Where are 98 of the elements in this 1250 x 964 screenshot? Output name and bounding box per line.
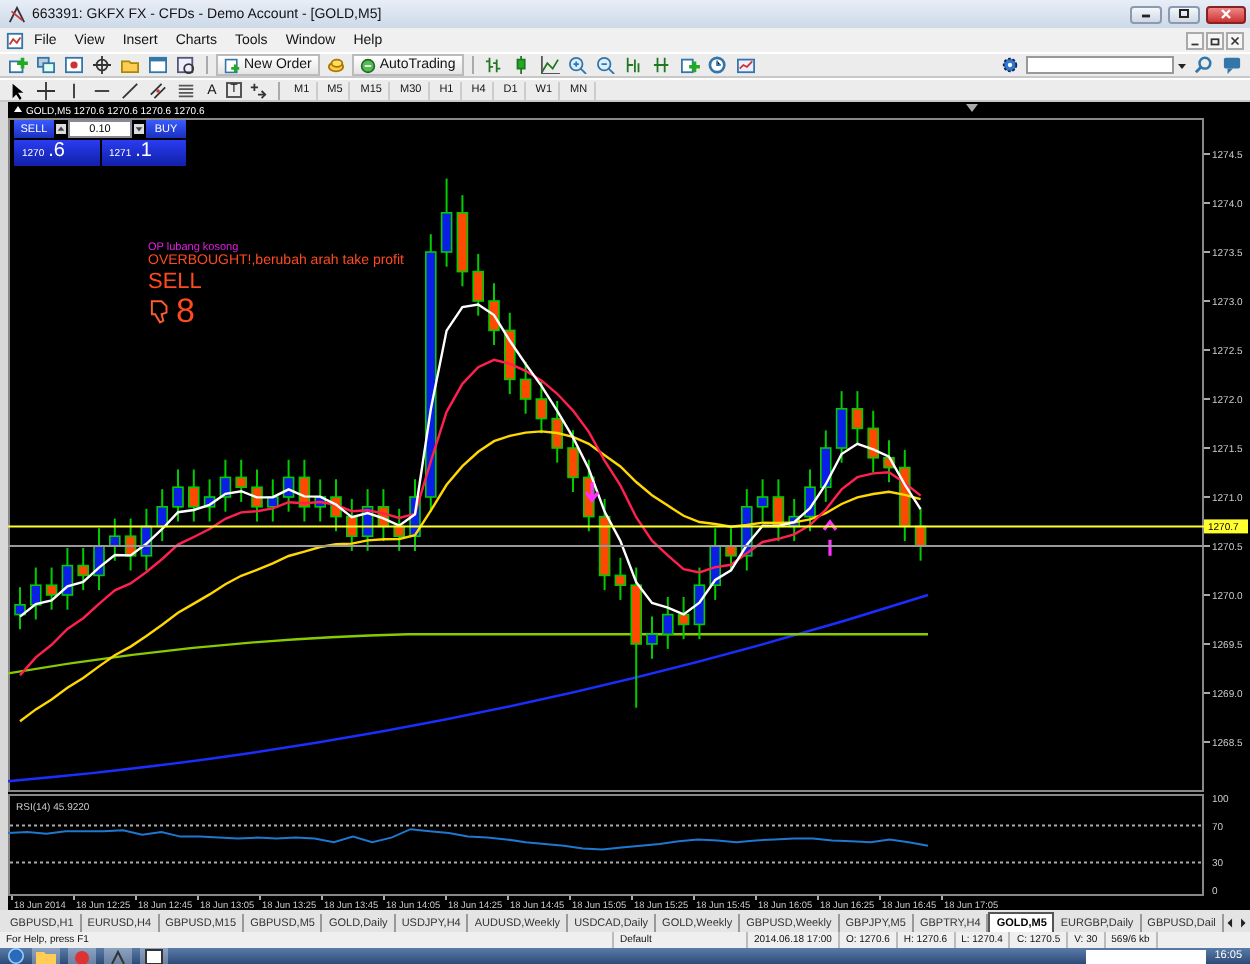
chart-window-icon[interactable] (140, 948, 168, 964)
candlestick (456, 194, 469, 288)
candlestick (551, 399, 563, 464)
candlestick (172, 468, 184, 523)
candlestick (45, 566, 58, 611)
candlestick (899, 448, 911, 543)
scroll-left-icon[interactable] (1225, 916, 1235, 930)
candlestick (693, 566, 706, 641)
candlestick (251, 468, 263, 523)
candlestick (77, 546, 89, 592)
candlestick (772, 478, 785, 543)
candlestick (61, 546, 74, 611)
start-button[interactable] (8, 948, 24, 964)
candlestick (298, 458, 311, 523)
candlestick (267, 478, 279, 523)
candlestick (583, 458, 595, 533)
folder-icon[interactable] (32, 948, 60, 964)
arrows-icon[interactable] (248, 81, 268, 99)
zoom-out-icon[interactable] (595, 56, 616, 74)
candlestick (330, 478, 342, 533)
thumbs-down-icon (148, 297, 172, 324)
candlestick (361, 488, 374, 552)
candlestick (235, 458, 247, 503)
candlestick (867, 409, 879, 474)
candlestick (472, 252, 484, 317)
candlestick (519, 360, 532, 415)
app-icon (8, 5, 26, 23)
spin-down-icon[interactable] (134, 124, 144, 134)
coins-icon[interactable] (325, 56, 346, 74)
gear-icon[interactable] (1000, 56, 1020, 74)
candlestick (709, 527, 721, 601)
zoom-in-icon[interactable] (567, 56, 588, 74)
candlestick (124, 517, 137, 572)
up-arrow-icon (822, 519, 838, 558)
new-document-icon[interactable] (224, 57, 240, 73)
close-button[interactable] (1206, 5, 1246, 23)
candlestick (614, 556, 627, 601)
chat-icon[interactable] (1222, 56, 1242, 74)
candlestick (914, 507, 927, 562)
maximize-icon[interactable] (1174, 8, 1194, 20)
candlestick (314, 478, 326, 523)
crosshair-icon[interactable] (36, 81, 56, 99)
candlestick (377, 488, 390, 543)
candlestick (883, 439, 895, 484)
candlestick (109, 517, 121, 562)
candlestick (646, 615, 658, 660)
candlestick (630, 566, 642, 709)
line-chart-icon[interactable] (539, 56, 560, 74)
candlestick (820, 429, 832, 503)
candlestick (188, 468, 200, 523)
candlestick-icon[interactable] (511, 56, 532, 74)
dropdown-caret-icon[interactable] (1176, 59, 1188, 71)
signal-action: SELL (148, 269, 202, 294)
app-icon[interactable] (104, 948, 132, 964)
candlestick (488, 282, 500, 347)
candlestick (156, 488, 168, 543)
candlestick (203, 478, 216, 523)
crosshair-icon[interactable] (92, 56, 112, 74)
candlestick (677, 595, 690, 641)
candlestick (788, 497, 800, 543)
down-arrow-icon (584, 480, 600, 503)
candlestick (504, 311, 516, 396)
candlestick (30, 566, 42, 621)
candlestick (567, 429, 579, 494)
search-field[interactable] (1086, 949, 1207, 963)
trend-line-icon[interactable] (120, 81, 140, 99)
candlestick (409, 478, 421, 552)
candlestick (440, 177, 453, 268)
candlestick (756, 478, 769, 523)
scroll-right-icon[interactable] (1238, 916, 1248, 930)
candlestick (393, 507, 405, 552)
spin-up-icon[interactable] (56, 124, 66, 134)
collapse-icon[interactable] (14, 106, 22, 112)
candlestick (851, 390, 864, 445)
candlestick (662, 595, 674, 650)
candlestick (804, 468, 816, 533)
candlestick (535, 380, 548, 435)
search-field[interactable] (1026, 56, 1174, 74)
candlestick (835, 390, 848, 464)
bar-chart-icon[interactable] (483, 56, 504, 74)
new-chart-icon[interactable] (8, 56, 28, 74)
signal-count: 8 (176, 293, 195, 328)
indicators-icon[interactable] (679, 56, 700, 74)
template-icon[interactable] (735, 56, 756, 74)
candlestick (725, 527, 737, 572)
cursor-icon[interactable] (8, 81, 28, 99)
candlestick (219, 458, 232, 513)
candlestick (93, 527, 105, 592)
candlestick (346, 497, 358, 552)
minimize-button[interactable] (1130, 5, 1162, 23)
search-icon[interactable] (1194, 56, 1214, 74)
maximize-button[interactable] (1168, 5, 1200, 23)
candlestick (598, 497, 611, 592)
candlestick (140, 507, 153, 572)
candlestick (282, 458, 295, 513)
window-stack-icon[interactable] (36, 56, 56, 74)
clock-icon[interactable] (707, 56, 728, 74)
candlestick (14, 586, 26, 631)
